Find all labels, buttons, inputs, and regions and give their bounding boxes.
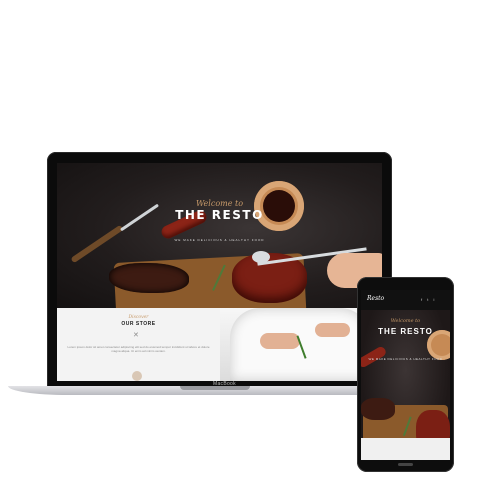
phone-home-indicator[interactable] <box>398 463 413 466</box>
grilled-meat-image <box>109 263 189 293</box>
hero-welcome-text: Welcome to <box>195 199 244 208</box>
phone-meat-image <box>361 398 395 420</box>
store-title: OUR STORE <box>121 321 156 327</box>
phone-hero-subtitle: WE MAKE DELICIOUS & HEALTHY FOOD <box>368 357 443 361</box>
store-script-text: Discover <box>128 315 149 320</box>
chef-avatar <box>132 371 142 381</box>
phone-screen: Resto f t i Welcome to THE RESTO WE MAKE… <box>361 290 450 460</box>
phone-welcome-text: Welcome to <box>390 318 421 324</box>
spoon-bowl-image <box>252 251 270 263</box>
store-description: Lorem ipsum dolor sit amet consectetur a… <box>67 345 210 353</box>
chef-hand-right <box>315 323 350 337</box>
phone-bottom-section <box>361 438 450 460</box>
hero-title: THE RESTO <box>175 208 264 222</box>
phone-hero-title: THE RESTO <box>378 327 433 336</box>
laptop-brand-label: MacBook <box>213 381 236 387</box>
social-icons[interactable]: f t i <box>421 297 436 302</box>
store-section: Discover OUR STORE ✕ Lorem ipsum dolor s… <box>57 308 220 381</box>
utensils-icon: ✕ <box>133 332 139 339</box>
phone-navbar: Resto f t i <box>361 290 450 310</box>
hero-section: Welcome to THE RESTO WE MAKE DELICIOUS &… <box>57 163 382 323</box>
fork-image <box>70 224 124 264</box>
chef-hand-left <box>260 333 300 349</box>
hero-subtitle: WE MAKE DELICIOUS & HEALTHY FOOD <box>174 238 265 242</box>
laptop-screen: Welcome to THE RESTO WE MAKE DELICIOUS &… <box>57 163 382 381</box>
phone-logo[interactable]: Resto <box>367 295 384 302</box>
